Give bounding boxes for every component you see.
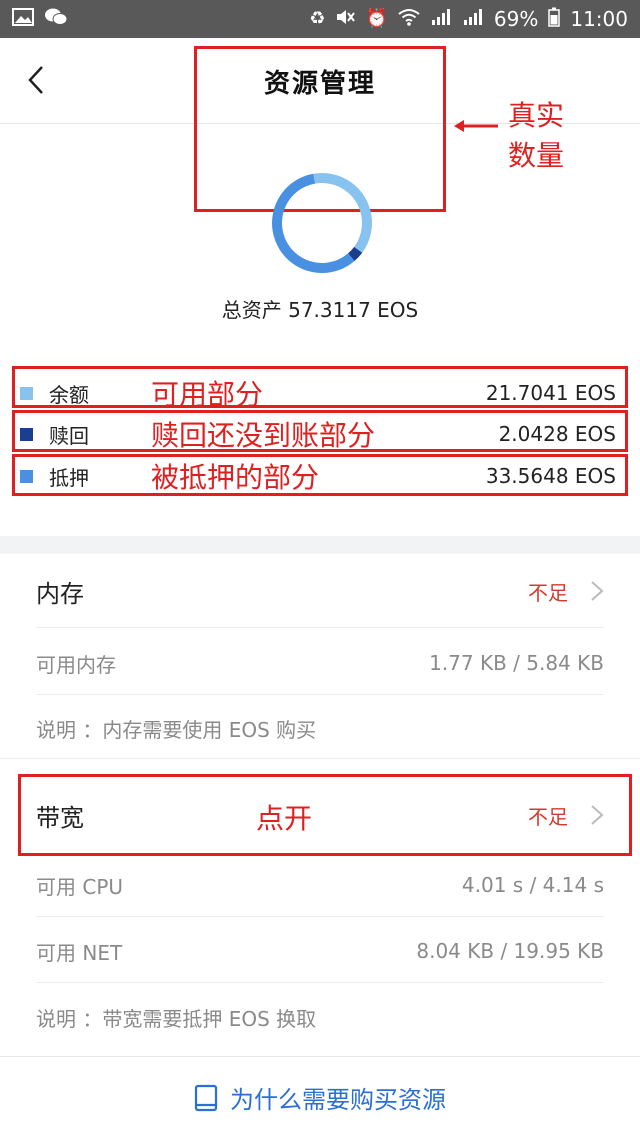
wechat-icon — [44, 7, 68, 31]
legend-swatch — [20, 386, 33, 400]
gallery-icon — [12, 8, 34, 30]
legend-label: 抵押 — [49, 465, 89, 490]
annotation-arrow-icon — [454, 120, 498, 132]
cpu-value: 4.01 s / 4.14 s — [461, 873, 604, 897]
memory-row[interactable]: 内存 不足 — [36, 561, 604, 621]
memory-title: 内存 — [36, 579, 84, 608]
legend-value: 33.5648 EOS — [485, 464, 616, 488]
chevron-right-icon — [591, 581, 604, 601]
status-time: 11:00 — [570, 7, 628, 31]
cpu-row: 可用 CPU 4.01 s / 4.14 s — [36, 870, 604, 900]
divider — [36, 916, 604, 917]
status-right: ♻ ⏰ 69% 11:00 — [309, 7, 628, 31]
status-bar: ♻ ⏰ 69% 11:00 — [0, 0, 640, 38]
bandwidth-annotation: 点开 — [256, 802, 313, 835]
wifi-icon — [398, 8, 420, 30]
memory-status: 不足 — [528, 580, 568, 605]
status-left — [12, 7, 68, 31]
legend-row-redeem: 赎回 赎回还没到账部分 2.0428 EOS — [20, 416, 616, 452]
signal-4g-icon — [430, 8, 452, 30]
section-gap — [0, 536, 640, 554]
donut-slice-抵押 — [272, 173, 372, 273]
legend-annotation: 可用部分 — [151, 378, 264, 411]
donut-slice-余额 — [272, 173, 372, 273]
legend-swatch — [20, 427, 33, 441]
legend-annotation: 被抵押的部分 — [151, 461, 320, 494]
book-icon — [194, 1084, 218, 1111]
footer: 为什么需要购买资源 — [0, 1056, 640, 1138]
mute-icon — [335, 8, 356, 30]
net-value: 8.04 KB / 19.95 KB — [416, 939, 604, 963]
chevron-right-icon — [591, 805, 604, 825]
legend-swatch — [20, 469, 33, 483]
divider — [36, 694, 604, 695]
battery-icon — [548, 7, 561, 31]
legend-row-balance: 余额 可用部分 21.7041 EOS — [20, 375, 616, 411]
legend-annotation: 赎回还没到账部分 — [151, 419, 376, 452]
signal-3g-icon — [462, 8, 484, 30]
legend-label: 余额 — [49, 382, 89, 407]
legend-value: 2.0428 EOS — [498, 422, 616, 446]
net-row: 可用 NET 8.04 KB / 19.95 KB — [36, 936, 604, 966]
bandwidth-status: 不足 — [528, 804, 568, 829]
legend-row-staked: 抵押 被抵押的部分 33.5648 EOS — [20, 458, 616, 494]
legend-value: 21.7041 EOS — [485, 381, 616, 405]
total-annotation: 真实数量 — [508, 99, 565, 172]
bandwidth-row[interactable]: 带宽 不足 — [36, 785, 604, 845]
divider — [36, 627, 604, 628]
memory-note: 说明 ：内存需要使用 EOS 购买 — [36, 718, 317, 742]
battery-percent: 69% — [493, 7, 539, 31]
divider — [36, 982, 604, 983]
net-label: 可用 NET — [36, 940, 123, 965]
bandwidth-note: 说明 ：带宽需要抵押 EOS 换取 — [36, 1007, 317, 1031]
why-buy-resources-link[interactable]: 为什么需要购买资源 — [230, 1080, 446, 1115]
memory-available-row: 可用内存 1.77 KB / 5.84 KB — [36, 648, 604, 678]
cpu-label: 可用 CPU — [36, 874, 124, 899]
total-assets: 总资产 57.3117 EOS — [221, 298, 419, 322]
asset-donut-chart — [272, 173, 372, 273]
memory-available-label: 可用内存 — [36, 652, 116, 677]
memory-available-value: 1.77 KB / 5.84 KB — [429, 651, 604, 675]
donut-slice-赎回 — [272, 173, 372, 273]
alarm-icon: ⏰ — [365, 8, 388, 29]
legend-label: 赎回 — [49, 423, 89, 448]
divider — [0, 758, 640, 759]
recycle-icon: ♻ — [309, 8, 326, 29]
